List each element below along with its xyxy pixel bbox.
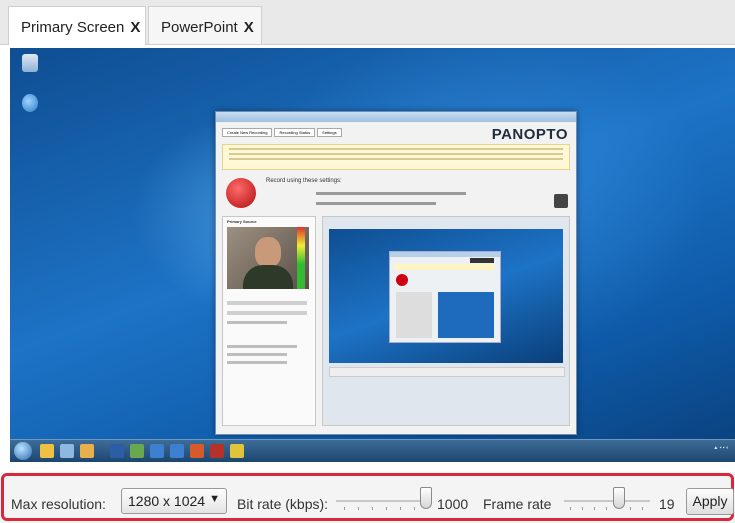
tab-bar: Primary Screen X PowerPoint X bbox=[0, 0, 735, 45]
bitrate-value: 1000 bbox=[437, 496, 469, 512]
audio-meter bbox=[297, 227, 305, 289]
window-tabs: Create New Recording Recording Status Sett… bbox=[222, 128, 344, 137]
secondary-sources-line bbox=[227, 361, 287, 364]
tab-powerpoint[interactable]: PowerPoint X bbox=[148, 6, 262, 44]
chevron-down-icon bbox=[554, 194, 568, 208]
slider-thumb[interactable] bbox=[420, 487, 432, 509]
bitrate-slider[interactable] bbox=[336, 487, 432, 515]
taskbar: ▲ ▪ ▪ ◐ bbox=[10, 439, 735, 462]
close-icon[interactable]: X bbox=[130, 19, 140, 36]
session-line bbox=[316, 202, 436, 205]
window-titlebar bbox=[216, 112, 576, 122]
browser-icon bbox=[18, 94, 42, 114]
window-tab: Settings bbox=[317, 128, 342, 137]
screen-capture-preview bbox=[322, 216, 570, 426]
app-icon bbox=[60, 444, 74, 458]
close-icon[interactable]: X bbox=[244, 19, 254, 36]
record-button bbox=[226, 178, 256, 208]
secondary-sources-line bbox=[227, 345, 297, 348]
primary-source-label: Primary Source bbox=[227, 219, 257, 224]
system-tray: ▲ ▪ ▪ ◐ bbox=[713, 445, 729, 451]
nested-window bbox=[389, 251, 501, 343]
max-resolution-select[interactable]: 1280 x 1024 ▼ bbox=[121, 488, 227, 514]
framerate-label: Frame rate bbox=[483, 496, 552, 512]
tab-label: PowerPoint bbox=[161, 19, 238, 36]
bitrate-label: Bit rate (kbps): bbox=[237, 496, 329, 512]
max-resolution-label: Max resolution: bbox=[11, 496, 106, 512]
framerate-slider[interactable] bbox=[564, 487, 650, 515]
primary-source-panel: Primary Source bbox=[222, 216, 316, 426]
start-icon bbox=[14, 442, 32, 460]
window-tab: Create New Recording bbox=[222, 128, 273, 137]
audio-line bbox=[227, 311, 307, 315]
app-icon bbox=[230, 444, 244, 458]
app-icon bbox=[110, 444, 124, 458]
nested-desktop bbox=[329, 229, 563, 363]
tab-label: Primary Screen bbox=[21, 19, 125, 36]
app-icon bbox=[130, 444, 144, 458]
quality-line bbox=[227, 321, 287, 324]
record-heading: Record using these settings: bbox=[266, 178, 342, 184]
window-tab: Recording Status bbox=[274, 128, 316, 137]
notice-banner bbox=[222, 144, 570, 170]
secondary-sources-line bbox=[227, 353, 287, 356]
panopto-logo: PANOPTO bbox=[491, 126, 568, 143]
screen-preview: Create New Recording Recording Status Sett… bbox=[10, 48, 735, 462]
recycle-bin-icon bbox=[18, 54, 42, 74]
chevron-down-icon: ▼ bbox=[209, 493, 220, 505]
tab-primary-screen[interactable]: Primary Screen X bbox=[8, 6, 146, 45]
folder-icon bbox=[80, 444, 94, 458]
max-resolution-value: 1280 x 1024 bbox=[128, 493, 206, 509]
app-icon bbox=[190, 444, 204, 458]
nested-control-bar bbox=[329, 367, 565, 377]
recorder-window-preview: Create New Recording Recording Status Sett… bbox=[215, 111, 577, 435]
framerate-value: 19 bbox=[659, 496, 675, 512]
apply-button[interactable]: Apply bbox=[686, 488, 734, 515]
app-icon bbox=[210, 444, 224, 458]
video-line bbox=[227, 301, 307, 305]
app-icon bbox=[150, 444, 164, 458]
slider-thumb[interactable] bbox=[613, 487, 625, 509]
folder-line bbox=[316, 192, 466, 195]
explorer-icon bbox=[40, 444, 54, 458]
app-icon bbox=[170, 444, 184, 458]
